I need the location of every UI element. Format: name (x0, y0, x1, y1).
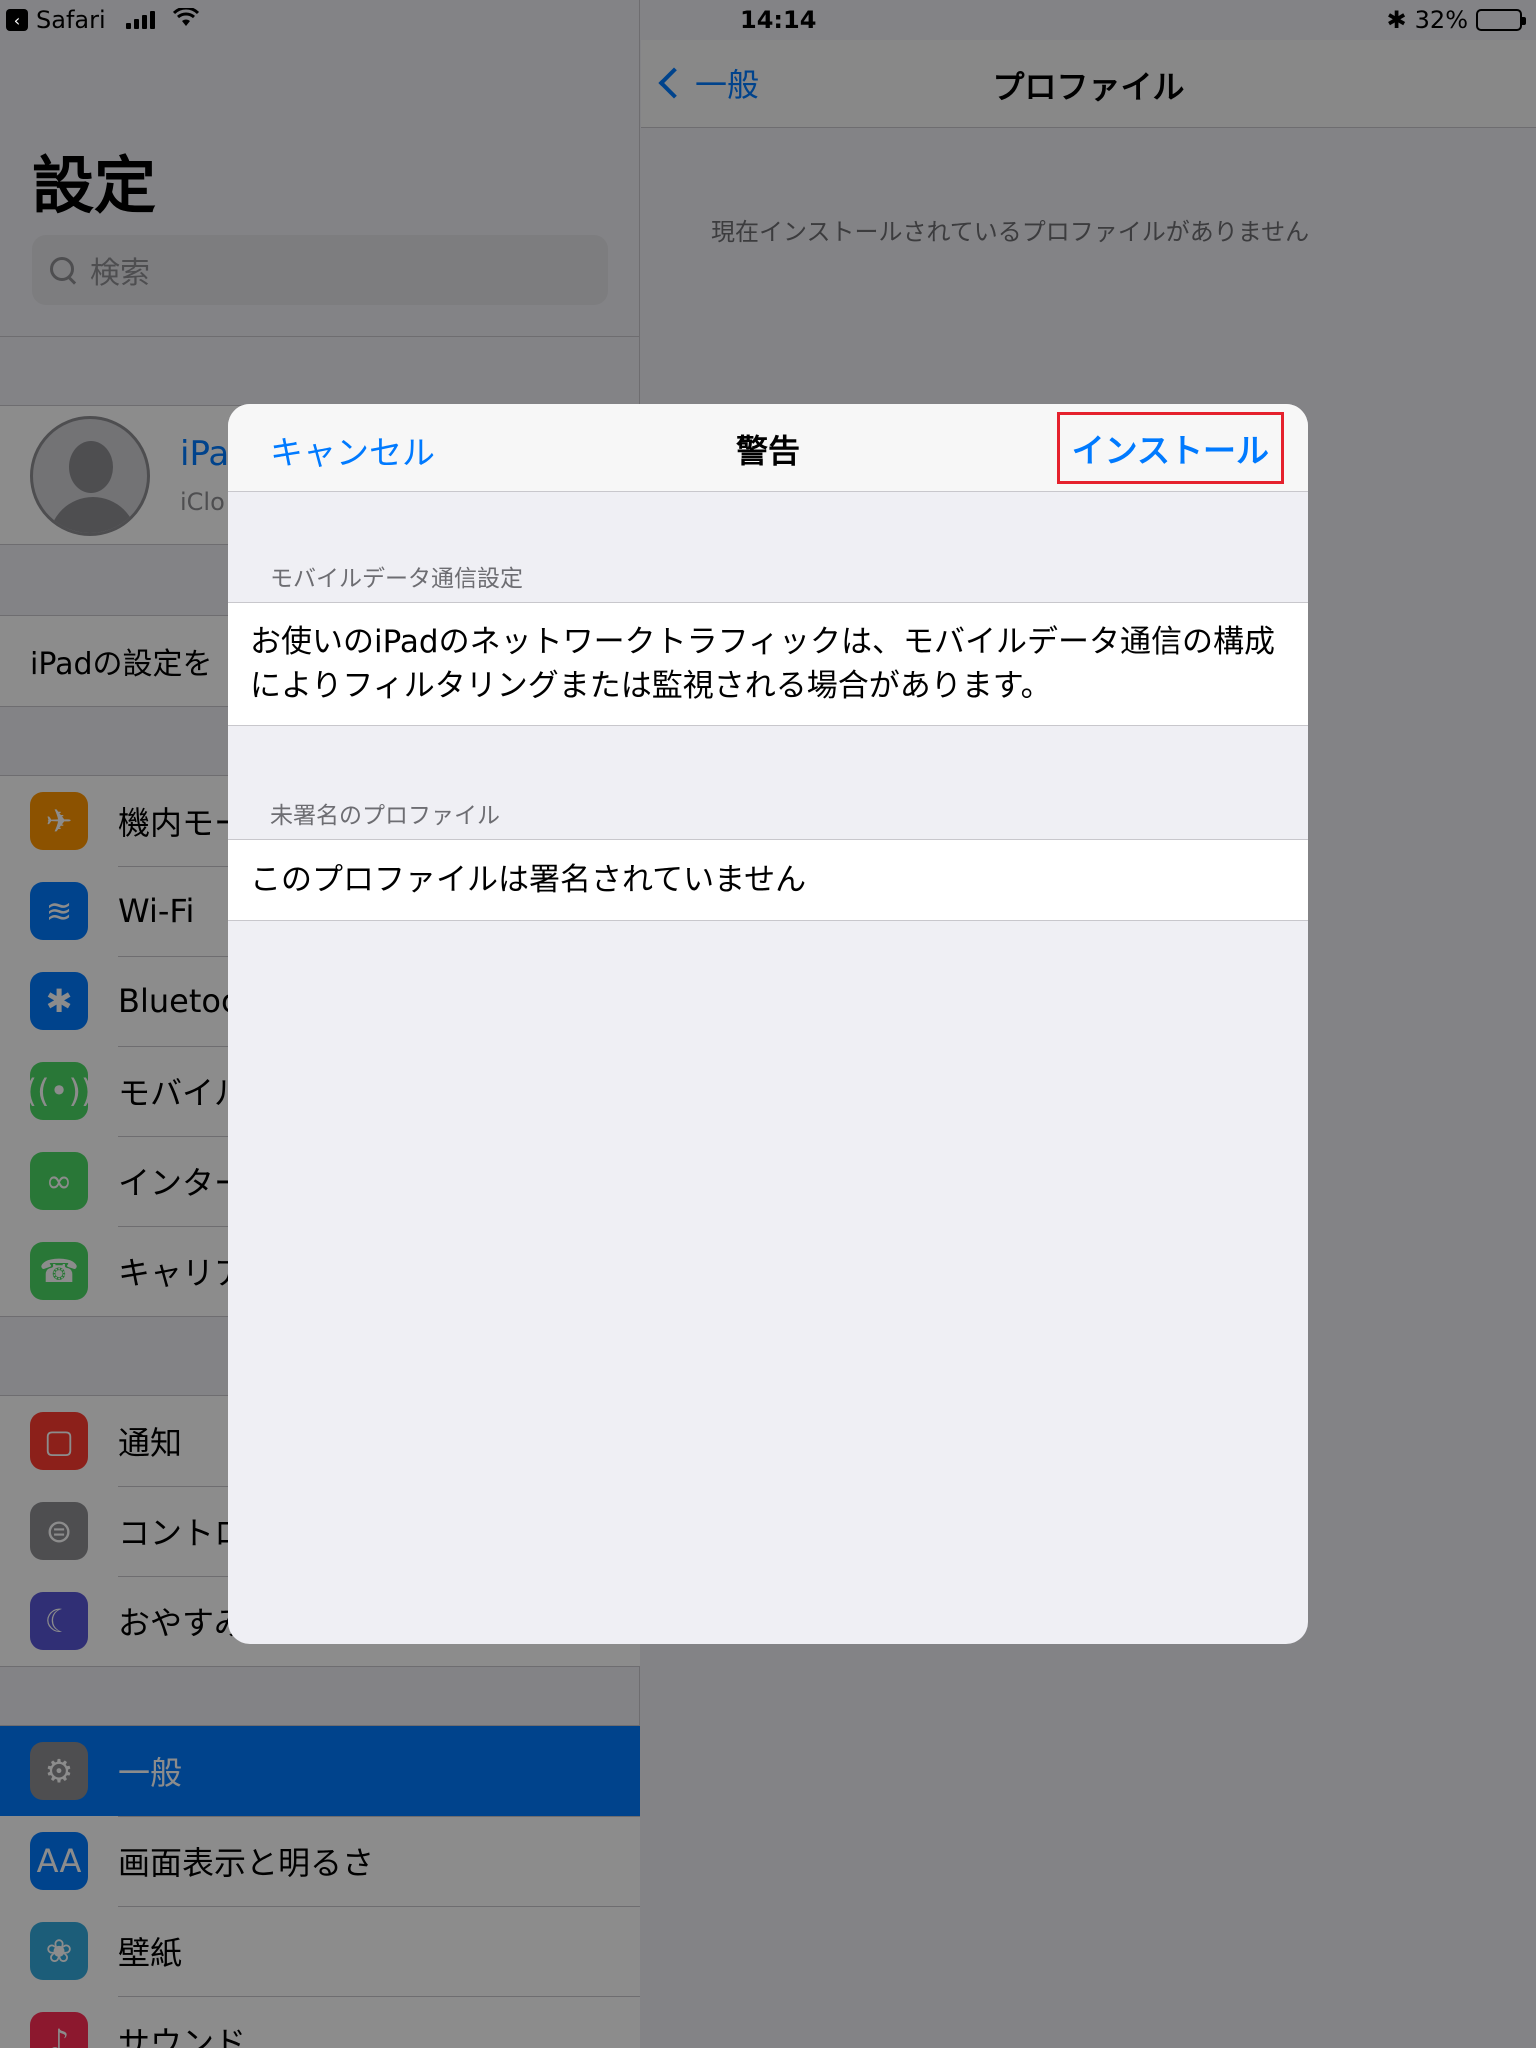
back-to-app-icon[interactable]: ‹ (6, 9, 28, 31)
bluetooth-status-icon: ✱ (1386, 6, 1407, 34)
back-app-label[interactable]: Safari (36, 6, 106, 34)
status-bar: ‹ Safari 14:14 ✱ 32% (0, 0, 1536, 40)
mobile-data-warning-text: お使いのiPadのネットワークトラフィックは、モバイルデータ通信の構成によりフィ… (250, 624, 1275, 704)
install-button[interactable]: インストール (1056, 412, 1284, 484)
modal-nav-bar: キャンセル 警告 インストール (228, 404, 1308, 492)
battery-percent: 32% (1414, 6, 1468, 34)
warning-text-cell: お使いのiPadのネットワークトラフィックは、モバイルデータ通信の構成によりフィ… (228, 602, 1308, 726)
battery-icon (1476, 9, 1526, 31)
signal-icon (125, 11, 155, 29)
section-header-mobile-data: モバイルデータ通信設定 (270, 566, 523, 592)
unsigned-text-cell: このプロファイルは署名されていません (228, 839, 1308, 921)
wifi-status-icon (172, 6, 199, 34)
warning-modal: キャンセル 警告 インストール モバイルデータ通信設定 お使いのiPadのネット… (228, 404, 1308, 1644)
unsigned-profile-text: このプロファイルは署名されていません (250, 862, 807, 898)
status-time: 14:14 (740, 6, 817, 34)
section-header-unsigned-profile: 未署名のプロファイル (270, 803, 500, 829)
